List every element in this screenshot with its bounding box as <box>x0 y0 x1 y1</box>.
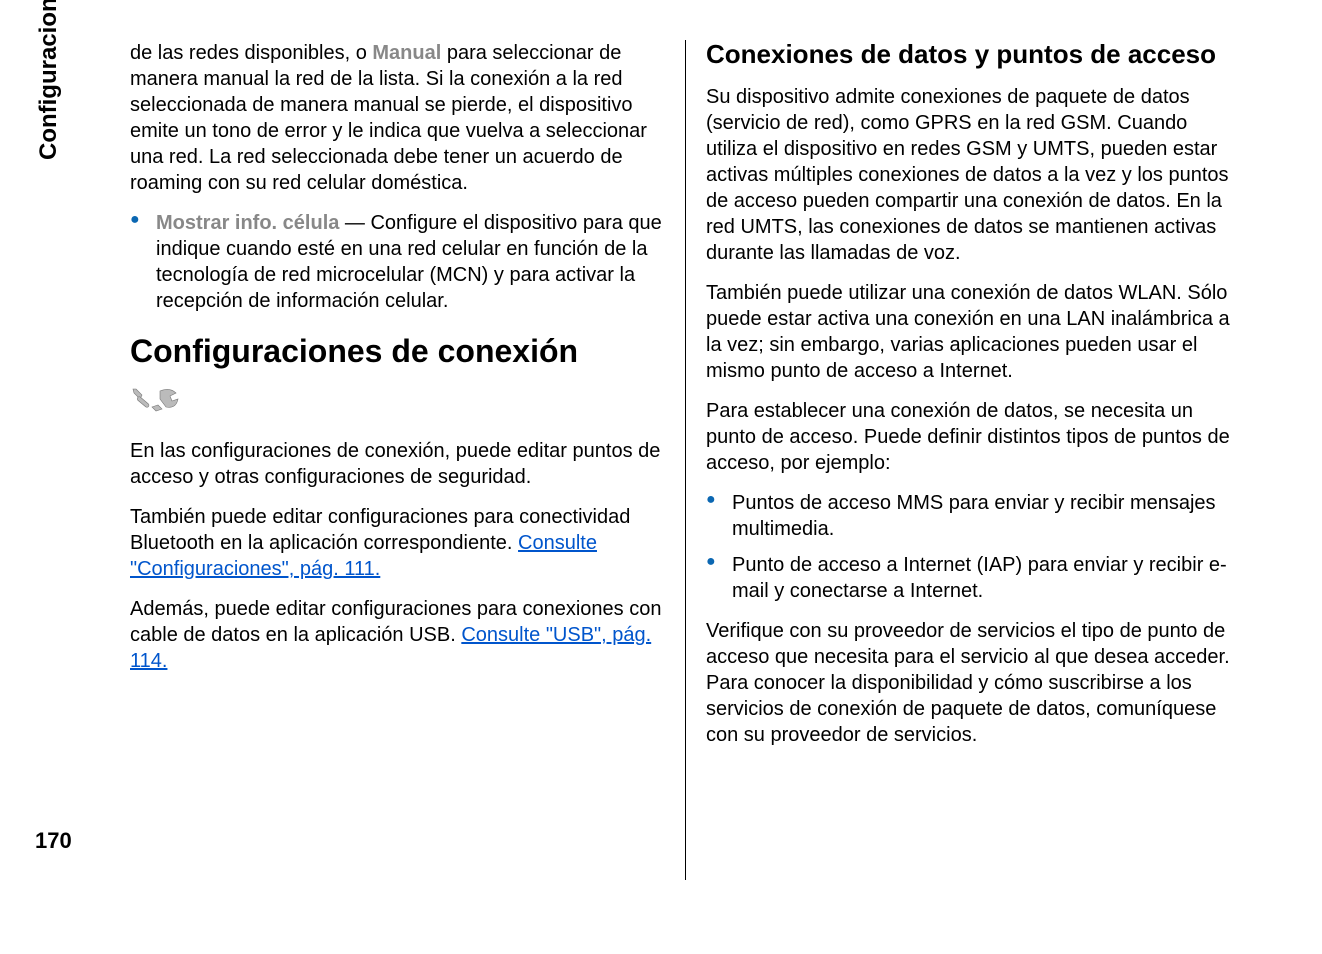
right-p2: También puede utilizar una conexión de d… <box>706 280 1242 384</box>
bullet-text-mms: Puntos de acceso MMS para enviar y recib… <box>732 492 1216 540</box>
right-p1: Su dispositivo admite conexiones de paqu… <box>706 84 1242 266</box>
right-p3: Para establecer una conexión de datos, s… <box>706 398 1242 476</box>
conn-settings-p1: En las configuraciones de conexión, pued… <box>130 438 665 490</box>
mostrar-info-label: Mostrar info. célula <box>156 212 339 234</box>
list-item: Puntos de acceso MMS para enviar y recib… <box>706 490 1242 542</box>
mostrar-info-list: Mostrar info. célula — Configure el disp… <box>130 210 665 314</box>
page-content: de las redes disponibles, o Manual para … <box>110 40 1262 880</box>
section-side-label: Configuraciones <box>35 0 63 160</box>
intro-text-1a: de las redes disponibles, o <box>130 42 372 64</box>
right-p4: Verifique con su proveedor de servicios … <box>706 618 1242 748</box>
list-item: Punto de acceso a Internet (IAP) para en… <box>706 552 1242 604</box>
right-column: Conexiones de datos y puntos de acceso S… <box>686 40 1262 880</box>
list-item: Mostrar info. célula — Configure el disp… <box>130 210 665 314</box>
intro-continuation: de las redes disponibles, o Manual para … <box>130 40 665 196</box>
left-column: de las redes disponibles, o Manual para … <box>110 40 686 880</box>
bullet-text-iap: Punto de acceso a Internet (IAP) para en… <box>732 554 1227 602</box>
settings-icon <box>130 385 180 422</box>
intro-text-1b: para seleccionar de manera manual la red… <box>130 42 647 194</box>
data-connections-heading: Conexiones de datos y puntos de acceso <box>706 40 1242 70</box>
access-point-list: Puntos de acceso MMS para enviar y recib… <box>706 490 1242 604</box>
connection-settings-heading: Configuraciones de conexión <box>130 334 665 369</box>
page-number: 170 <box>35 828 72 854</box>
conn-settings-p2: También puede editar configuraciones par… <box>130 504 665 582</box>
conn-settings-p3: Además, puede editar configuraciones par… <box>130 596 665 674</box>
intro-manual-label: Manual <box>372 42 441 64</box>
